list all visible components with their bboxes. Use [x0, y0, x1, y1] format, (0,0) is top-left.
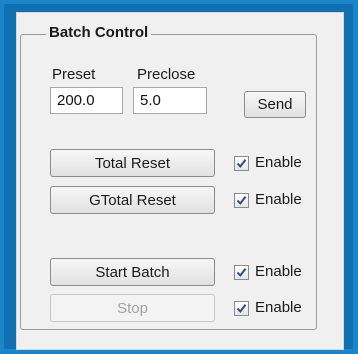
total-reset-enable-checkbox[interactable]: [234, 156, 249, 171]
group-title: Batch Control: [46, 24, 152, 41]
gtotal-reset-button[interactable]: GTotal Reset: [50, 186, 215, 214]
total-reset-enable-label: Enable: [255, 154, 302, 171]
checkmark-icon: [236, 268, 247, 278]
total-reset-button[interactable]: Total Reset: [50, 149, 215, 177]
preset-input[interactable]: [50, 87, 123, 114]
start-batch-button[interactable]: Start Batch: [50, 258, 215, 286]
stop-enable-checkbox[interactable]: [234, 301, 249, 316]
preclose-input[interactable]: [133, 87, 207, 114]
checkmark-icon: [236, 304, 247, 314]
checkmark-icon: [236, 196, 247, 206]
checkmark-icon: [236, 159, 247, 169]
send-button[interactable]: Send: [244, 91, 306, 118]
gtotal-reset-enable-checkbox[interactable]: [234, 193, 249, 208]
preclose-label: Preclose: [137, 66, 196, 83]
start-batch-enable-checkbox[interactable]: [234, 265, 249, 280]
stop-button[interactable]: Stop: [50, 294, 215, 322]
start-batch-enable-label: Enable: [255, 263, 302, 280]
stop-enable-label: Enable: [255, 299, 302, 316]
gtotal-reset-enable-label: Enable: [255, 191, 302, 208]
preset-label: Preset: [52, 66, 96, 83]
